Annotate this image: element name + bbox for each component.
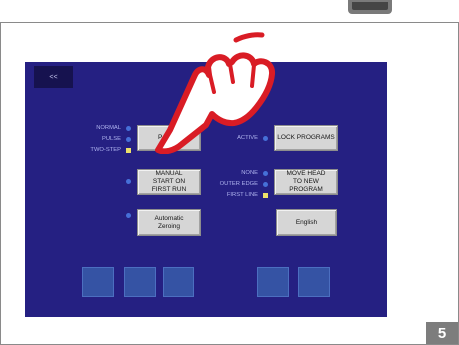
mode-pulse-indicator[interactable] bbox=[126, 137, 131, 142]
move-option-none: NONE bbox=[241, 170, 258, 176]
pointing-hand-icon bbox=[155, 32, 275, 154]
automatic-zeroing-indicator[interactable] bbox=[126, 213, 131, 218]
dim-button-2[interactable] bbox=[124, 267, 156, 297]
back-button[interactable]: << bbox=[34, 66, 73, 88]
mode-option-two-step: TWO-STEP bbox=[90, 147, 121, 153]
mode-two-step-indicator[interactable] bbox=[126, 148, 131, 153]
automatic-zeroing-button[interactable]: Automatic Zeroing bbox=[137, 209, 201, 236]
move-option-outer-edge: OUTER EDGE bbox=[219, 181, 258, 187]
move-first-line-indicator[interactable] bbox=[263, 193, 268, 198]
mode-normal-indicator[interactable] bbox=[126, 126, 131, 131]
page-number-badge: 5 bbox=[426, 322, 458, 344]
mode-option-normal: NORMAL bbox=[96, 125, 121, 131]
move-outer-edge-indicator[interactable] bbox=[263, 182, 268, 187]
dim-button-1[interactable] bbox=[82, 267, 114, 297]
move-head-button[interactable]: MOVE HEAD TO NEW PROGRAM bbox=[274, 169, 338, 195]
move-option-first-line: FIRST LINE bbox=[226, 192, 258, 198]
mode-option-pulse: PULSE bbox=[101, 136, 121, 142]
dim-button-4[interactable] bbox=[257, 267, 289, 297]
device-corner-icon bbox=[348, 0, 392, 14]
dim-button-5[interactable] bbox=[298, 267, 330, 297]
manual-start-indicator[interactable] bbox=[126, 179, 131, 184]
language-button[interactable]: English bbox=[276, 209, 337, 236]
manual-start-button[interactable]: MANUAL START ON FIRST RUN bbox=[137, 169, 201, 195]
dim-button-3[interactable] bbox=[163, 267, 194, 297]
lock-programs-button[interactable]: LOCK PROGRAMS bbox=[274, 125, 338, 151]
move-none-indicator[interactable] bbox=[263, 171, 268, 176]
